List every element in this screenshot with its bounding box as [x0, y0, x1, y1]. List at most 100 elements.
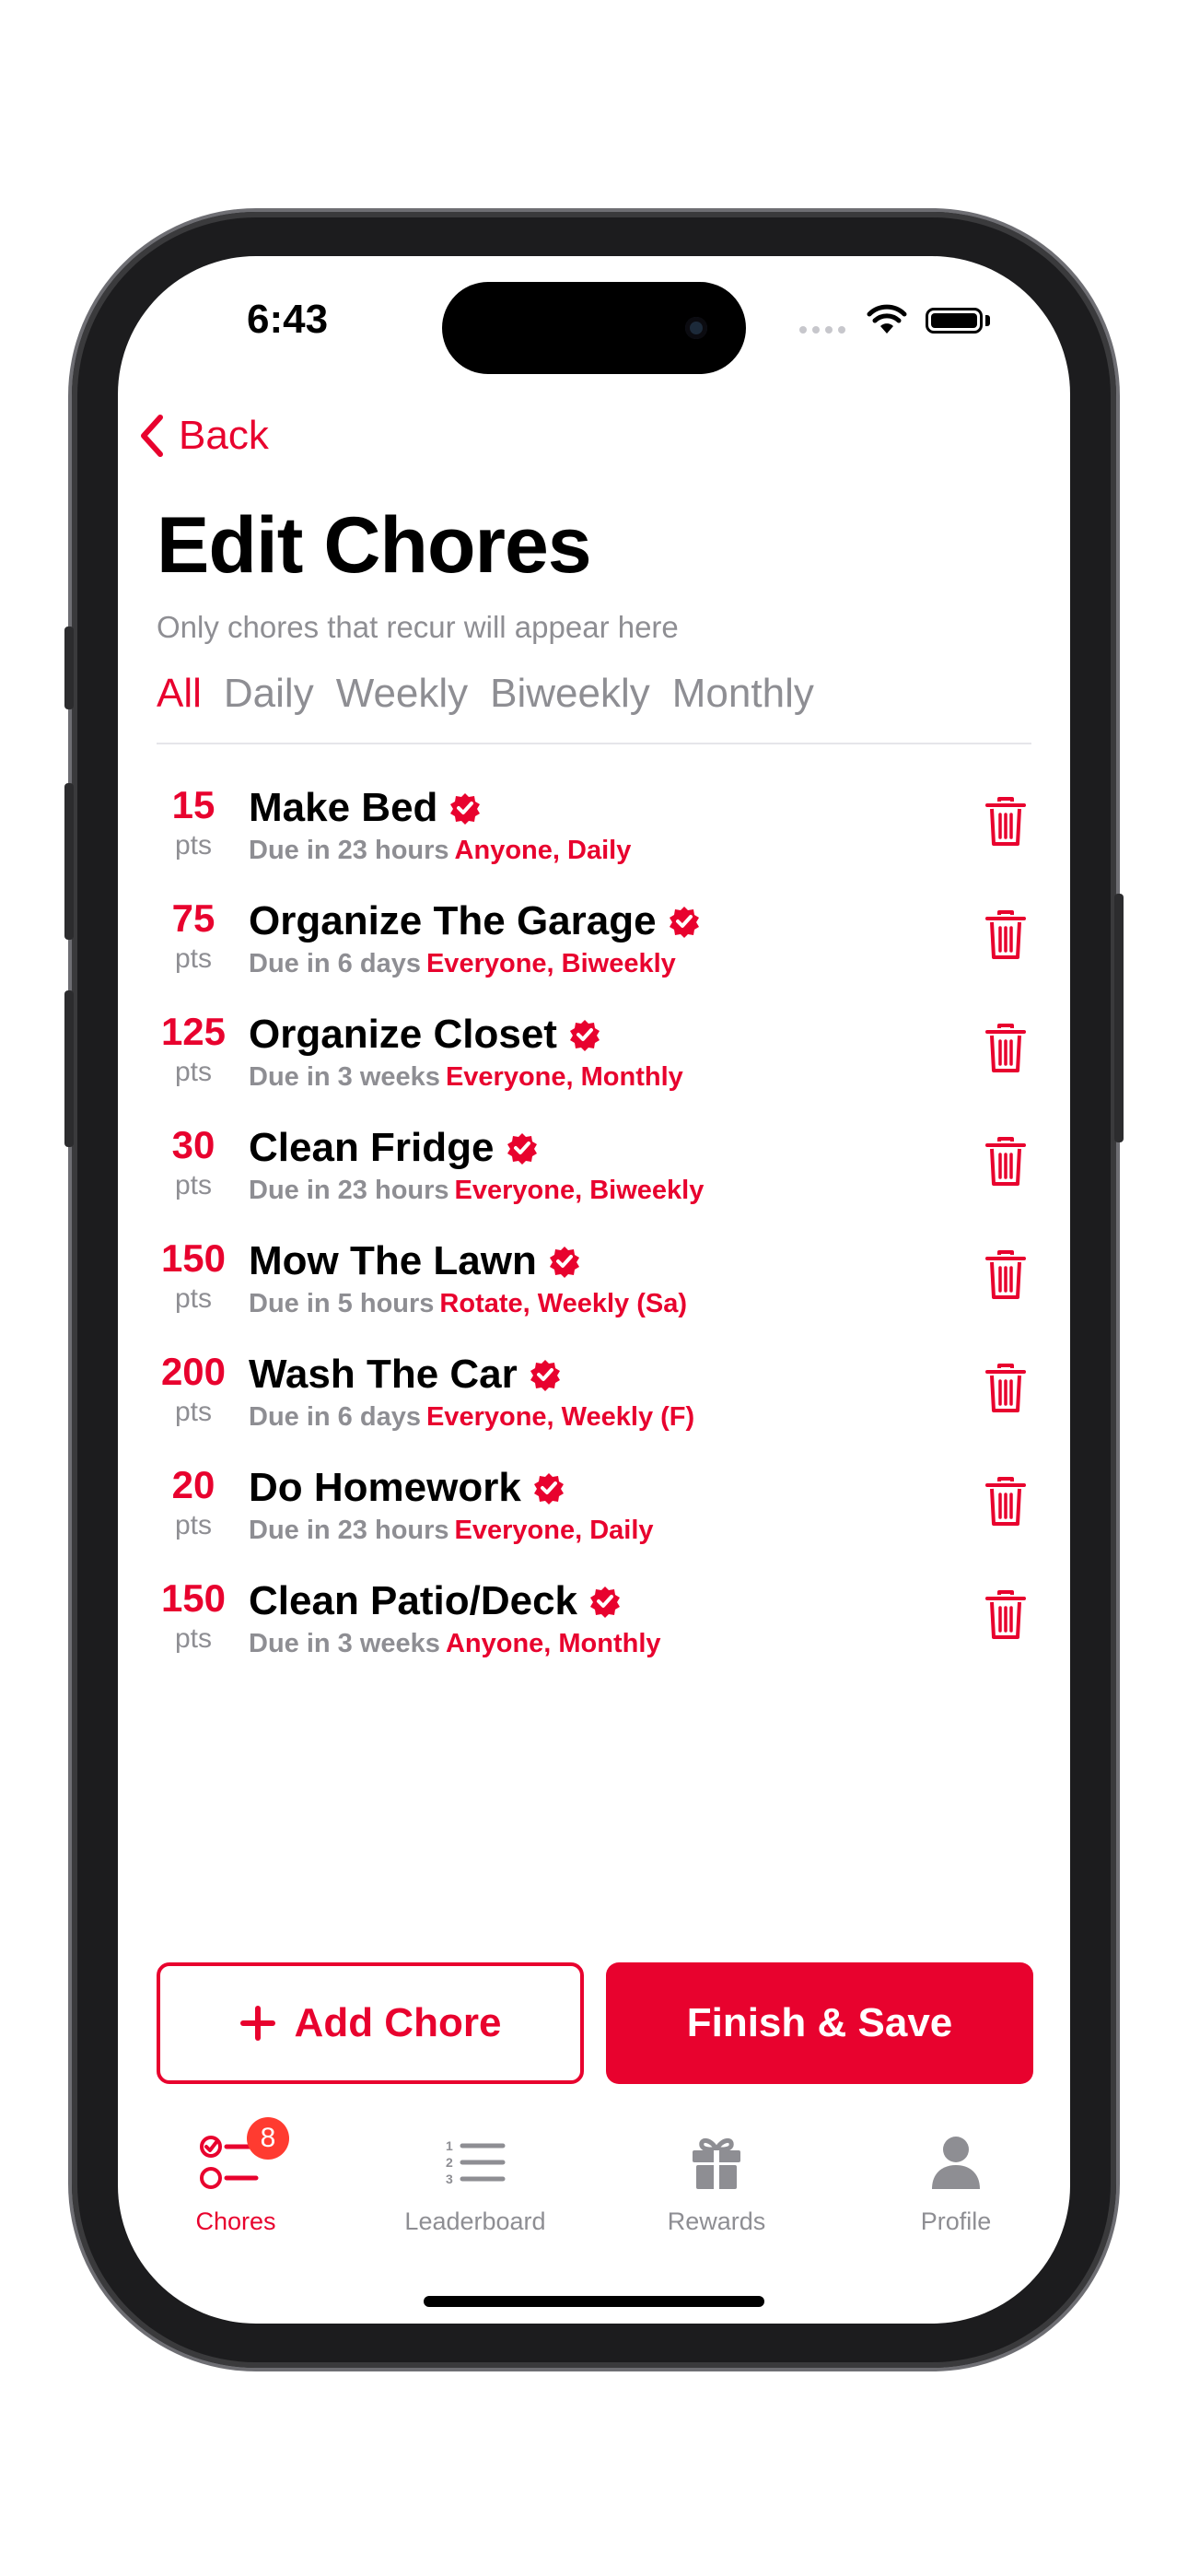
trash-icon[interactable] [984, 909, 1028, 961]
battery-cap [985, 315, 990, 326]
chore-row[interactable]: 125 pts Organize Closet Due in 3 weeks Ev… [118, 1010, 1070, 1123]
chore-meta: Due in 3 weeks Anyone, Monthly [249, 1628, 661, 1659]
back-label: Back [179, 413, 269, 458]
filter-weekly[interactable]: Weekly [336, 671, 468, 717]
trash-icon[interactable] [984, 1476, 1028, 1528]
points-value: 30 [171, 1123, 215, 1166]
chore-name: Mow The Lawn [249, 1238, 537, 1283]
points-block: 15 pts [157, 783, 230, 862]
chore-row[interactable]: 150 pts Clean Patio/Deck Due in 3 weeks A… [118, 1576, 1070, 1690]
points-block: 30 pts [157, 1123, 230, 1202]
chore-due: Due in 23 hours [249, 1516, 449, 1545]
add-chore-label: Add Chore [294, 2000, 502, 2045]
page-subtitle: Only chores that recur will appear here [157, 610, 679, 644]
chore-name: Do Homework [249, 1465, 521, 1510]
chore-name: Clean Patio/Deck [249, 1578, 578, 1623]
chore-title: Make Bed [249, 785, 482, 831]
chore-title: Do Homework [249, 1465, 565, 1511]
filter-biweekly[interactable]: Biweekly [490, 671, 650, 717]
points-label: pts [174, 1397, 213, 1427]
verified-check-icon [533, 1473, 564, 1505]
checklist-icon: 8 [199, 2117, 289, 2198]
chore-row[interactable]: 200 pts Wash The Car Due in 6 days Everyo… [118, 1350, 1070, 1463]
chore-meta: Due in 3 weeks Everyone, Monthly [249, 1061, 683, 1093]
filter-tabs: All Daily Weekly Biweekly Monthly [157, 671, 814, 717]
tab-leaderboard[interactable]: 1 2 3 Leaderboard [365, 2126, 586, 2236]
notification-badge: 8 [247, 2117, 289, 2160]
chore-title: Clean Fridge [249, 1125, 539, 1171]
points-block: 150 pts [157, 1236, 230, 1316]
points-block: 200 pts [157, 1350, 230, 1429]
chore-due: Due in 6 days [249, 949, 421, 978]
app-screen: 6:43 Back Edit Chores Only chores that r… [118, 256, 1070, 2324]
trash-icon[interactable] [984, 1136, 1028, 1188]
chore-name: Make Bed [249, 785, 438, 830]
trash-icon[interactable] [984, 1023, 1028, 1074]
chore-tags: Anyone, Daily [454, 836, 632, 865]
points-label: pts [174, 943, 213, 974]
verified-check-icon [530, 1360, 560, 1391]
chore-due: Due in 3 weeks [249, 1629, 440, 1658]
trash-icon[interactable] [984, 1589, 1028, 1641]
chore-tags: Anyone, Monthly [445, 1629, 661, 1658]
points-block: 20 pts [157, 1463, 230, 1542]
chore-due: Due in 6 days [249, 1402, 421, 1432]
chore-due: Due in 23 hours [249, 836, 449, 865]
finish-save-button[interactable]: Finish & Save [606, 1962, 1033, 2084]
home-indicator[interactable] [424, 2296, 764, 2307]
front-camera-icon [685, 317, 707, 339]
chore-tags: Everyone, Daily [454, 1516, 654, 1545]
svg-text:1: 1 [446, 2138, 453, 2153]
finish-save-label: Finish & Save [686, 2000, 953, 2045]
filter-divider [157, 743, 1031, 744]
back-button[interactable]: Back [138, 413, 269, 459]
chore-tags: Everyone, Monthly [445, 1062, 683, 1092]
tab-profile[interactable]: Profile [845, 2126, 1066, 2236]
tab-chores[interactable]: 8 Chores [125, 2117, 346, 2236]
verified-check-icon [569, 1020, 600, 1051]
filter-daily[interactable]: Daily [224, 671, 314, 717]
chore-title: Wash The Car [249, 1352, 562, 1398]
wifi-icon [867, 304, 907, 334]
tab-bar: 8 Chores 1 2 3 Leaderboard Rewards Profi… [118, 2117, 1070, 2265]
battery-icon [926, 308, 983, 334]
tab-label: Leaderboard [404, 2207, 546, 2235]
chevron-left-icon [141, 415, 163, 457]
chore-row[interactable]: 15 pts Make Bed Due in 23 hours Anyone, D… [118, 783, 1070, 896]
points-label: pts [174, 1057, 213, 1087]
device-power-button [1114, 894, 1124, 1142]
numbered-list-icon: 1 2 3 [444, 2126, 507, 2198]
chore-row[interactable]: 20 pts Do Homework Due in 23 hours Everyo… [118, 1463, 1070, 1576]
tab-label: Profile [920, 2207, 992, 2235]
chore-list: 15 pts Make Bed Due in 23 hours Anyone, D… [118, 783, 1070, 1690]
trash-icon[interactable] [984, 1249, 1028, 1301]
add-chore-button[interactable]: Add Chore [157, 1962, 584, 2084]
tab-rewards[interactable]: Rewards [606, 2126, 827, 2236]
chore-due: Due in 23 hours [249, 1176, 449, 1205]
plus-icon [239, 2006, 275, 2041]
cellular-signal-icon [799, 326, 845, 334]
chore-title: Clean Patio/Deck [249, 1578, 622, 1624]
chore-meta: Due in 23 hours Everyone, Biweekly [249, 1175, 704, 1206]
chore-meta: Due in 5 hours Rotate, Weekly (Sa) [249, 1288, 687, 1319]
chore-name: Organize Closet [249, 1012, 557, 1057]
points-block: 125 pts [157, 1010, 230, 1089]
trash-icon[interactable] [984, 1363, 1028, 1414]
verified-check-icon [507, 1133, 537, 1165]
svg-text:3: 3 [446, 2172, 453, 2186]
chore-title: Mow The Lawn [249, 1238, 581, 1284]
filter-all[interactable]: All [157, 671, 202, 717]
chore-name: Organize The Garage [249, 898, 657, 943]
points-label: pts [174, 1170, 213, 1200]
trash-icon[interactable] [984, 796, 1028, 848]
filter-monthly[interactable]: Monthly [672, 671, 814, 717]
chore-tags: Everyone, Biweekly [425, 949, 676, 978]
points-label: pts [174, 1283, 213, 1314]
tab-label: Rewards [667, 2207, 766, 2235]
points-value: 15 [171, 783, 215, 826]
chore-due: Due in 5 hours [249, 1289, 435, 1318]
chore-row[interactable]: 150 pts Mow The Lawn Due in 5 hours Rotat… [118, 1236, 1070, 1350]
chore-row[interactable]: 75 pts Organize The Garage Due in 6 days… [118, 896, 1070, 1010]
chore-row[interactable]: 30 pts Clean Fridge Due in 23 hours Every… [118, 1123, 1070, 1236]
points-value: 150 [160, 1236, 227, 1280]
